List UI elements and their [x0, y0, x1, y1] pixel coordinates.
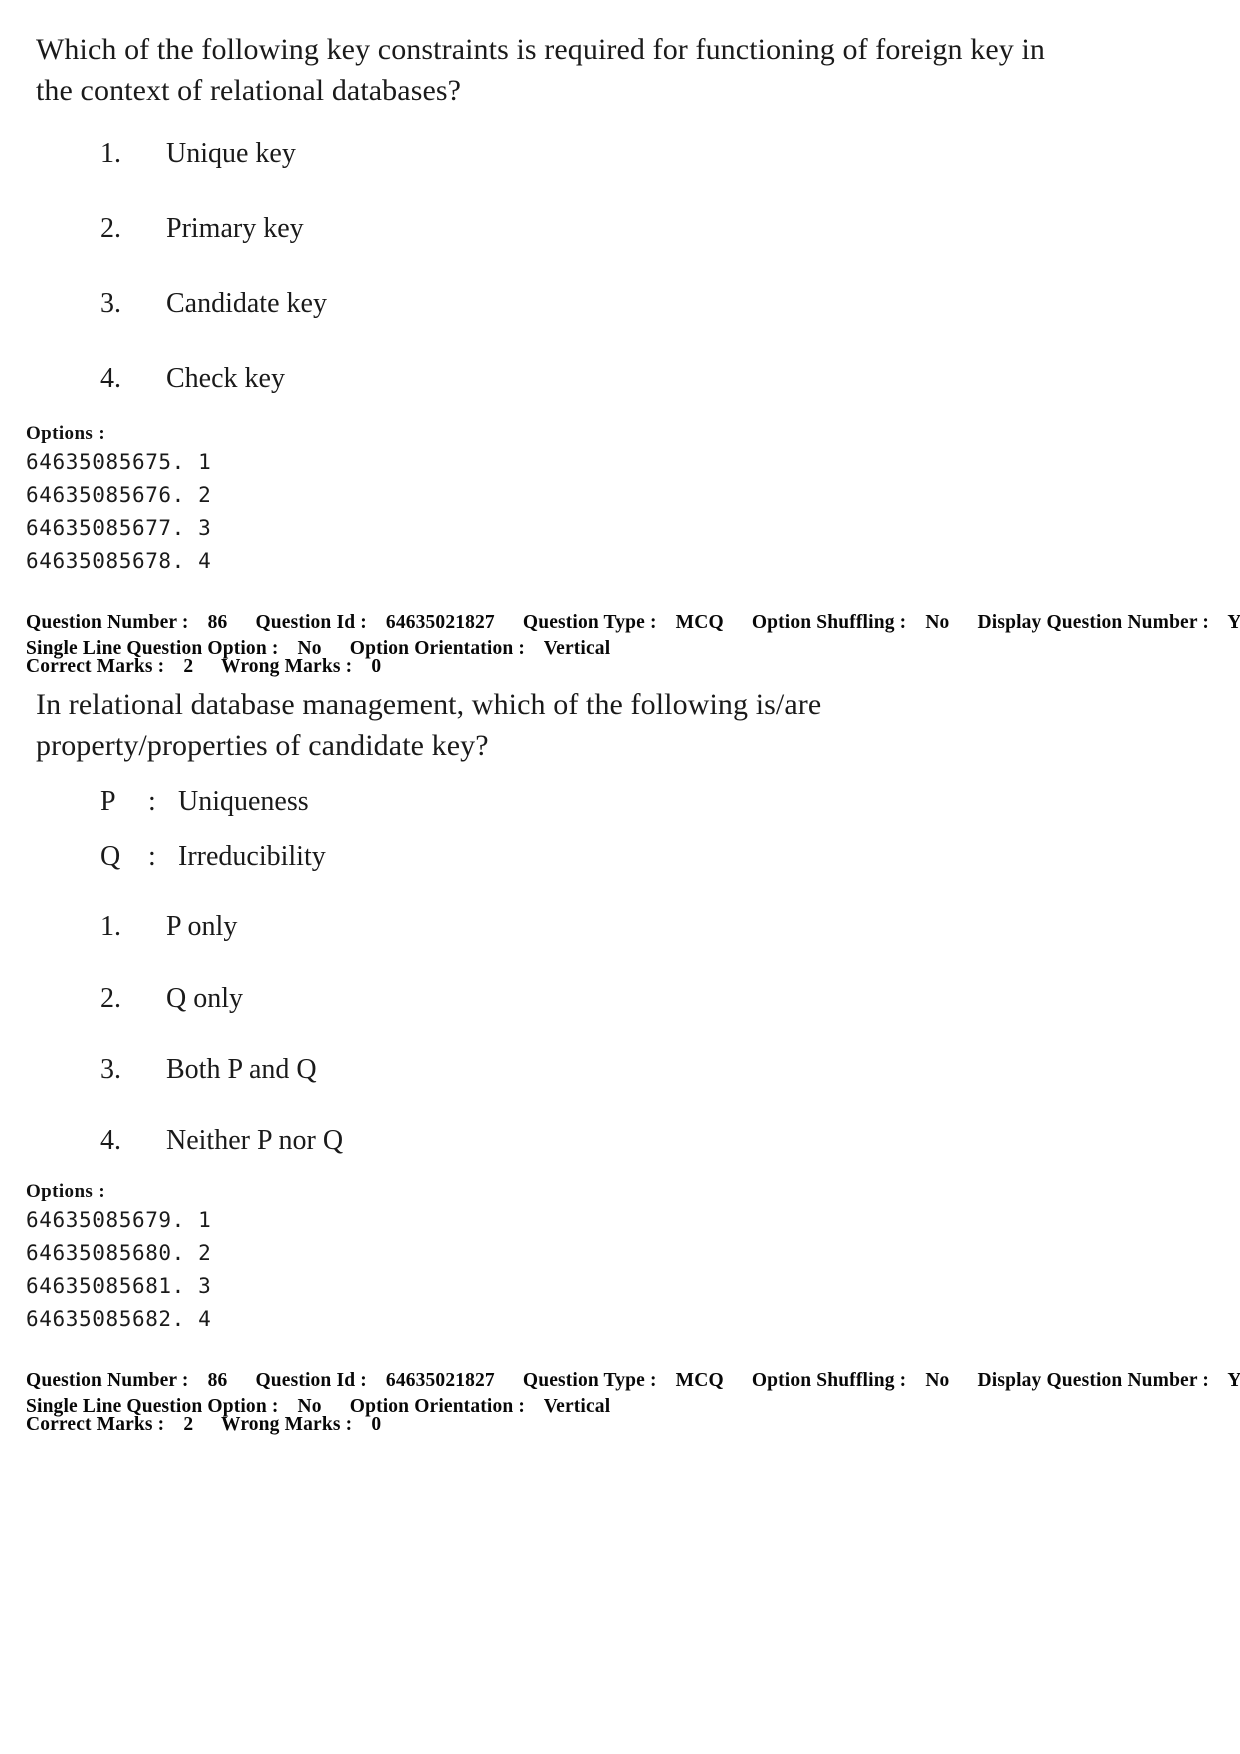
- option-shuffling-value: No: [925, 612, 950, 633]
- correct-marks-label: Correct Marks :: [26, 1414, 165, 1435]
- choice-label: Q only: [166, 983, 243, 1014]
- question-2-statement-p: P : Uniqueness: [100, 785, 309, 819]
- choice-number: 3.: [100, 288, 121, 319]
- question-number-value: 86: [207, 1370, 228, 1391]
- question-2-marks: Correct Marks : 2 Wrong Marks : 0: [26, 1412, 381, 1438]
- statement-tag: Q: [100, 841, 121, 872]
- display-question-number-label: Display Question Number :: [977, 1370, 1209, 1391]
- display-question-number-label: Display Question Number :: [977, 612, 1209, 633]
- question-2-option-id-4: 64635085682. 4: [26, 1307, 212, 1331]
- wrong-marks-value: 0: [371, 1414, 382, 1435]
- question-2-statement-q: Q : Irreducibility: [100, 840, 326, 874]
- question-id-value: 64635021827: [385, 1370, 495, 1391]
- question-type-value: MCQ: [675, 612, 724, 633]
- choice-number: 4.: [100, 363, 121, 394]
- choice-number: 1.: [100, 138, 121, 169]
- choice-label: Check key: [166, 363, 285, 394]
- question-id-label: Question Id :: [255, 1370, 367, 1391]
- question-1-choice-4[interactable]: 4. Check key: [100, 362, 285, 396]
- choice-number: 2.: [100, 213, 121, 244]
- question-number-value: 86: [207, 612, 228, 633]
- question-1-option-id-4: 64635085678. 4: [26, 549, 212, 573]
- question-2-option-id-2: 64635085680. 2: [26, 1241, 212, 1265]
- question-1-option-id-1: 64635085675. 1: [26, 450, 212, 474]
- display-question-number-value: Yes: [1227, 612, 1240, 633]
- option-shuffling-value: No: [925, 1370, 950, 1391]
- correct-marks-value: 2: [183, 656, 194, 677]
- question-1-choice-3[interactable]: 3. Candidate key: [100, 287, 327, 321]
- wrong-marks-label: Wrong Marks :: [221, 656, 353, 677]
- metadata-line-1: Question Number : 86 Question Id : 64635…: [26, 610, 1240, 636]
- choice-label: Unique key: [166, 138, 296, 169]
- wrong-marks-value: 0: [371, 656, 382, 677]
- question-2-stem: In relational database management, which…: [36, 688, 822, 762]
- statement-text: Irreducibility: [178, 841, 326, 872]
- question-type-value: MCQ: [675, 1370, 724, 1391]
- option-orientation-value: Vertical: [543, 1395, 611, 1417]
- question-type-label: Question Type :: [522, 612, 657, 633]
- option-shuffling-label: Option Shuffling :: [751, 612, 907, 633]
- question-1-option-id-3: 64635085677. 3: [26, 516, 212, 540]
- question-1-option-id-2: 64635085676. 2: [26, 483, 212, 507]
- choice-label: Neither P nor Q: [166, 1125, 344, 1156]
- choice-number: 2.: [100, 983, 121, 1014]
- metadata-line-1: Question Number : 86 Question Id : 64635…: [26, 1368, 1240, 1394]
- display-question-number-value: Yes: [1227, 1370, 1240, 1391]
- question-paper-page: Which of the following key constraints i…: [0, 0, 1240, 1754]
- choice-label: P only: [166, 911, 238, 942]
- wrong-marks-label: Wrong Marks :: [221, 1414, 353, 1435]
- question-1-marks: Correct Marks : 2 Wrong Marks : 0: [26, 654, 381, 680]
- question-2-choice-2[interactable]: 2. Q only: [100, 982, 243, 1016]
- choice-number: 1.: [100, 911, 121, 942]
- question-1-choice-1[interactable]: 1. Unique key: [100, 137, 296, 171]
- question-type-label: Question Type :: [522, 1370, 657, 1391]
- correct-marks-label: Correct Marks :: [26, 656, 165, 677]
- question-2-option-id-1: 64635085679. 1: [26, 1208, 212, 1232]
- statement-colon: :: [148, 786, 156, 817]
- statement-text: Uniqueness: [178, 786, 309, 817]
- question-id-value: 64635021827: [385, 612, 495, 633]
- question-2-option-id-3: 64635085681. 3: [26, 1274, 212, 1298]
- question-1-choice-2[interactable]: 2. Primary key: [100, 212, 304, 246]
- option-orientation-value: Vertical: [543, 637, 611, 659]
- question-number-label: Question Number :: [26, 612, 189, 633]
- choice-label: Primary key: [166, 213, 304, 244]
- statement-colon: :: [148, 841, 156, 872]
- choice-label: Candidate key: [166, 288, 327, 319]
- question-id-label: Question Id :: [255, 612, 367, 633]
- choice-number: 4.: [100, 1125, 121, 1156]
- question-2-choice-4[interactable]: 4. Neither P nor Q: [100, 1124, 343, 1158]
- choice-label: Both P and Q: [166, 1054, 317, 1085]
- question-1-options-label: Options :: [26, 423, 106, 444]
- question-2-options-label: Options :: [26, 1181, 106, 1202]
- question-2-choice-1[interactable]: 1. P only: [100, 910, 237, 944]
- question-2-choice-3[interactable]: 3. Both P and Q: [100, 1053, 317, 1087]
- correct-marks-value: 2: [183, 1414, 194, 1435]
- question-1-stem: Which of the following key constraints i…: [36, 33, 1045, 107]
- option-shuffling-label: Option Shuffling :: [751, 1370, 907, 1391]
- statement-tag: P: [100, 786, 116, 817]
- choice-number: 3.: [100, 1054, 121, 1085]
- question-number-label: Question Number :: [26, 1370, 189, 1391]
